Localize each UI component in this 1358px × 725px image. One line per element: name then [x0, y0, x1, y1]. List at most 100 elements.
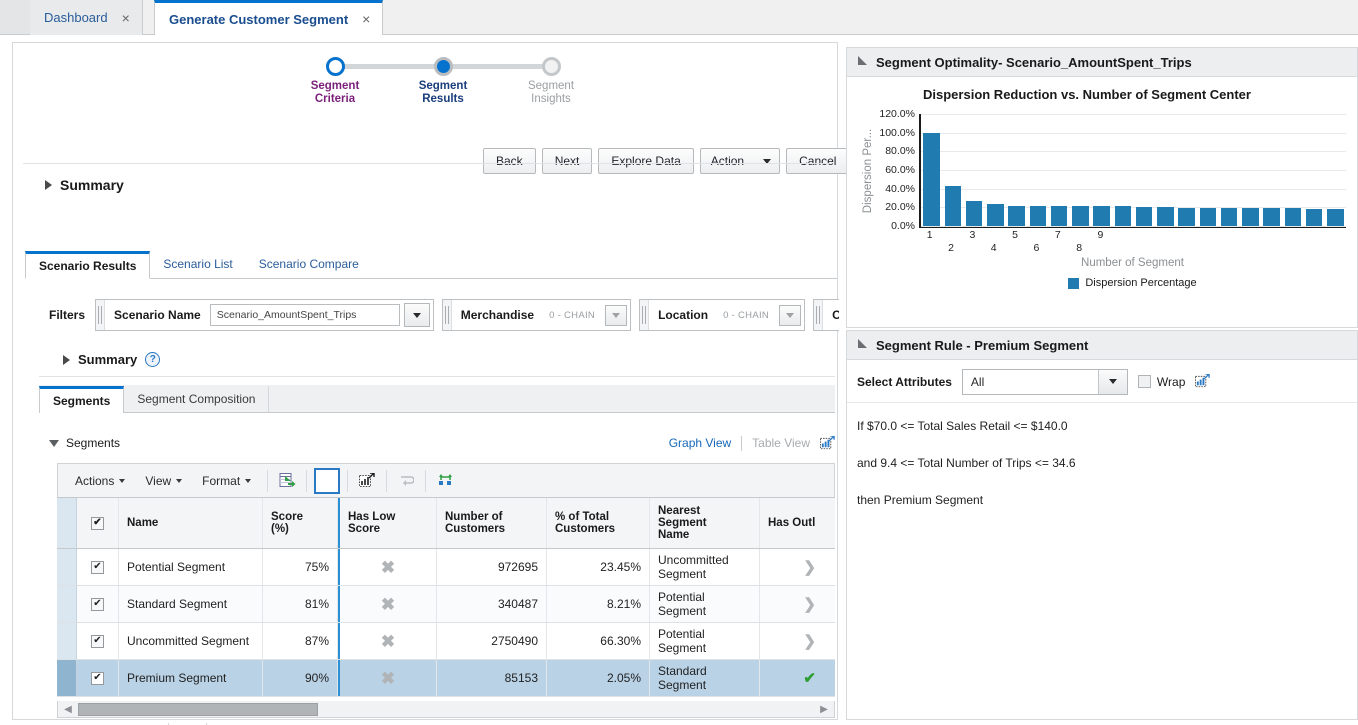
tab-segment-composition[interactable]: Segment Composition [124, 386, 270, 412]
chart-x-tick-label: 5 [1012, 229, 1018, 241]
chart-bar[interactable] [965, 200, 983, 226]
drag-handle-icon[interactable] [96, 300, 106, 330]
chart-bar[interactable] [944, 185, 962, 226]
view-menu-button[interactable]: View [136, 469, 191, 493]
chevron-down-icon[interactable] [49, 439, 59, 447]
table-row[interactable]: Potential Segment 75% ✖ 972695 23.45% Un… [57, 549, 835, 586]
table-horizontal-scrollbar[interactable]: ◀ ▶ [57, 701, 835, 718]
detach-icon[interactable] [1195, 374, 1211, 389]
browser-tab-generate-customer-segment[interactable]: Generate Customer Segment × [154, 0, 384, 35]
tab-scenario-compare[interactable]: Scenario Compare [246, 250, 372, 278]
summary-accordion-inner[interactable]: Summary ? [39, 343, 835, 377]
drag-handle-icon[interactable] [814, 300, 824, 330]
filter-dropdown-button[interactable] [779, 304, 802, 326]
filter-merchandise[interactable]: Merchandise 0 - CHAIN [441, 299, 632, 331]
detach-icon[interactable] [820, 435, 835, 451]
table-header-row: Name Score(%) Has LowScore Number ofCust… [57, 497, 835, 549]
row-select-cell[interactable] [77, 586, 119, 622]
cell-has-low-score: ✖ [338, 623, 437, 659]
dropdown-toggle[interactable] [1097, 369, 1127, 394]
chart-bar[interactable] [1093, 206, 1110, 226]
filter-calendar[interactable]: Cale [813, 299, 839, 331]
help-icon[interactable]: ? [145, 352, 161, 367]
export-to-excel-icon[interactable] [275, 469, 299, 493]
collapse-triangle-icon[interactable] [857, 338, 868, 352]
chart-bar[interactable] [1305, 209, 1323, 226]
chart-bar[interactable] [1157, 206, 1174, 226]
wrap-checkbox-group[interactable]: Wrap [1137, 375, 1185, 389]
select-all-checkbox[interactable] [91, 516, 104, 530]
cell-nearest-segment-name: Potential Segment [650, 623, 760, 659]
chart-bar[interactable] [1135, 206, 1153, 226]
graph-view-link[interactable]: Graph View [669, 436, 731, 450]
tab-segments[interactable]: Segments [39, 386, 125, 413]
chart-x-tick-label: 4 [990, 242, 997, 254]
chart-bar[interactable] [1072, 206, 1089, 226]
filter-location[interactable]: Location 0 - CHAIN [639, 299, 806, 331]
row-checkbox[interactable] [91, 597, 104, 611]
column-header-has-low-score[interactable]: Has Low Score [338, 498, 437, 548]
column-header-label: Number of [445, 511, 503, 523]
chart-bar[interactable] [1114, 206, 1132, 226]
chart-bar[interactable] [1327, 209, 1344, 226]
chart-bar[interactable] [987, 204, 1004, 226]
collapse-triangle-icon[interactable] [857, 55, 868, 69]
summary-inner-label: Summary [78, 352, 138, 367]
tab-scenario-results[interactable]: Scenario Results [25, 251, 151, 279]
column-header-has-outlier[interactable]: Has Outl [760, 498, 824, 548]
drag-handle-icon[interactable] [442, 300, 452, 330]
chart-bar[interactable] [1178, 207, 1195, 226]
chart-bar[interactable] [1199, 207, 1217, 226]
tab-scenario-list[interactable]: Scenario List [150, 250, 245, 278]
row-select-cell[interactable] [77, 623, 119, 659]
filter-dropdown-button[interactable] [605, 304, 628, 326]
chart-bar[interactable] [1220, 208, 1238, 226]
chart-bar[interactable] [923, 132, 940, 226]
select-attributes-dropdown[interactable]: All [961, 368, 1128, 395]
table-row[interactable]: Premium Segment 90% ✖ 85153 2.05% Standa… [57, 660, 835, 697]
expand-collapse-icon[interactable] [433, 469, 457, 493]
close-icon[interactable]: × [362, 11, 370, 27]
table-row[interactable]: Standard Segment 81% ✖ 340487 8.21% Pote… [57, 586, 835, 623]
browser-tab-dashboard[interactable]: Dashboard × [30, 0, 143, 35]
row-checkbox[interactable] [91, 634, 104, 648]
column-header-number-of-customers[interactable]: Number of Customers [437, 498, 547, 548]
actions-menu-button[interactable]: Actions [66, 469, 134, 493]
filter-dropdown-button[interactable] [403, 303, 430, 327]
cell-name: Uncommitted Segment [119, 623, 263, 659]
scroll-left-arrow-icon[interactable]: ◀ [58, 704, 78, 715]
column-header-pct-of-total-customers[interactable]: % of Total Customers [547, 498, 650, 548]
filter-value[interactable]: Scenario_AmountSpent_Trips [209, 304, 400, 326]
freeze-columns-icon[interactable] [314, 467, 341, 494]
row-checkbox[interactable] [91, 671, 104, 685]
wrap-checkbox[interactable] [1137, 375, 1151, 388]
segment-rule-panel: Segment Rule - Premium Segment Select At… [846, 330, 1358, 720]
detach-table-icon[interactable] [355, 469, 379, 493]
close-icon[interactable]: × [122, 10, 130, 26]
drag-handle-icon[interactable] [640, 300, 650, 330]
column-header-label: Nearest [658, 505, 701, 517]
select-all-header[interactable] [77, 498, 119, 548]
column-header-name[interactable]: Name [119, 498, 263, 548]
scroll-right-arrow-icon[interactable]: ▶ [814, 704, 834, 715]
summary-accordion-outer[interactable]: Summary [23, 163, 829, 205]
filter-scenario-name[interactable]: Scenario Name Scenario_AmountSpent_Trips [95, 299, 434, 331]
row-select-cell[interactable] [77, 549, 119, 585]
chart-bar[interactable] [1050, 206, 1068, 226]
chart-bar[interactable] [1263, 208, 1280, 226]
stepper-step-segment-results[interactable]: Segment Results [399, 51, 487, 106]
scrollbar-track[interactable] [78, 702, 814, 717]
table-row[interactable]: Uncommitted Segment 87% ✖ 2750490 66.30%… [57, 623, 835, 660]
scrollbar-thumb[interactable] [78, 702, 318, 716]
column-header-score[interactable]: Score (%) [263, 498, 338, 548]
stepper-step-segment-criteria[interactable]: Segment Criteria [291, 51, 379, 106]
cell-pct-of-total-customers: 23.45% [547, 549, 650, 585]
chart-bar[interactable] [1242, 208, 1259, 226]
format-menu-button[interactable]: Format [193, 469, 260, 493]
row-select-cell[interactable] [77, 660, 119, 696]
chart-bar[interactable] [1284, 208, 1302, 226]
column-header-nearest-segment-name[interactable]: Nearest Segment Name [650, 498, 760, 548]
chart-bar[interactable] [1008, 206, 1025, 226]
row-checkbox[interactable] [91, 560, 104, 574]
chart-bar[interactable] [1029, 206, 1047, 226]
